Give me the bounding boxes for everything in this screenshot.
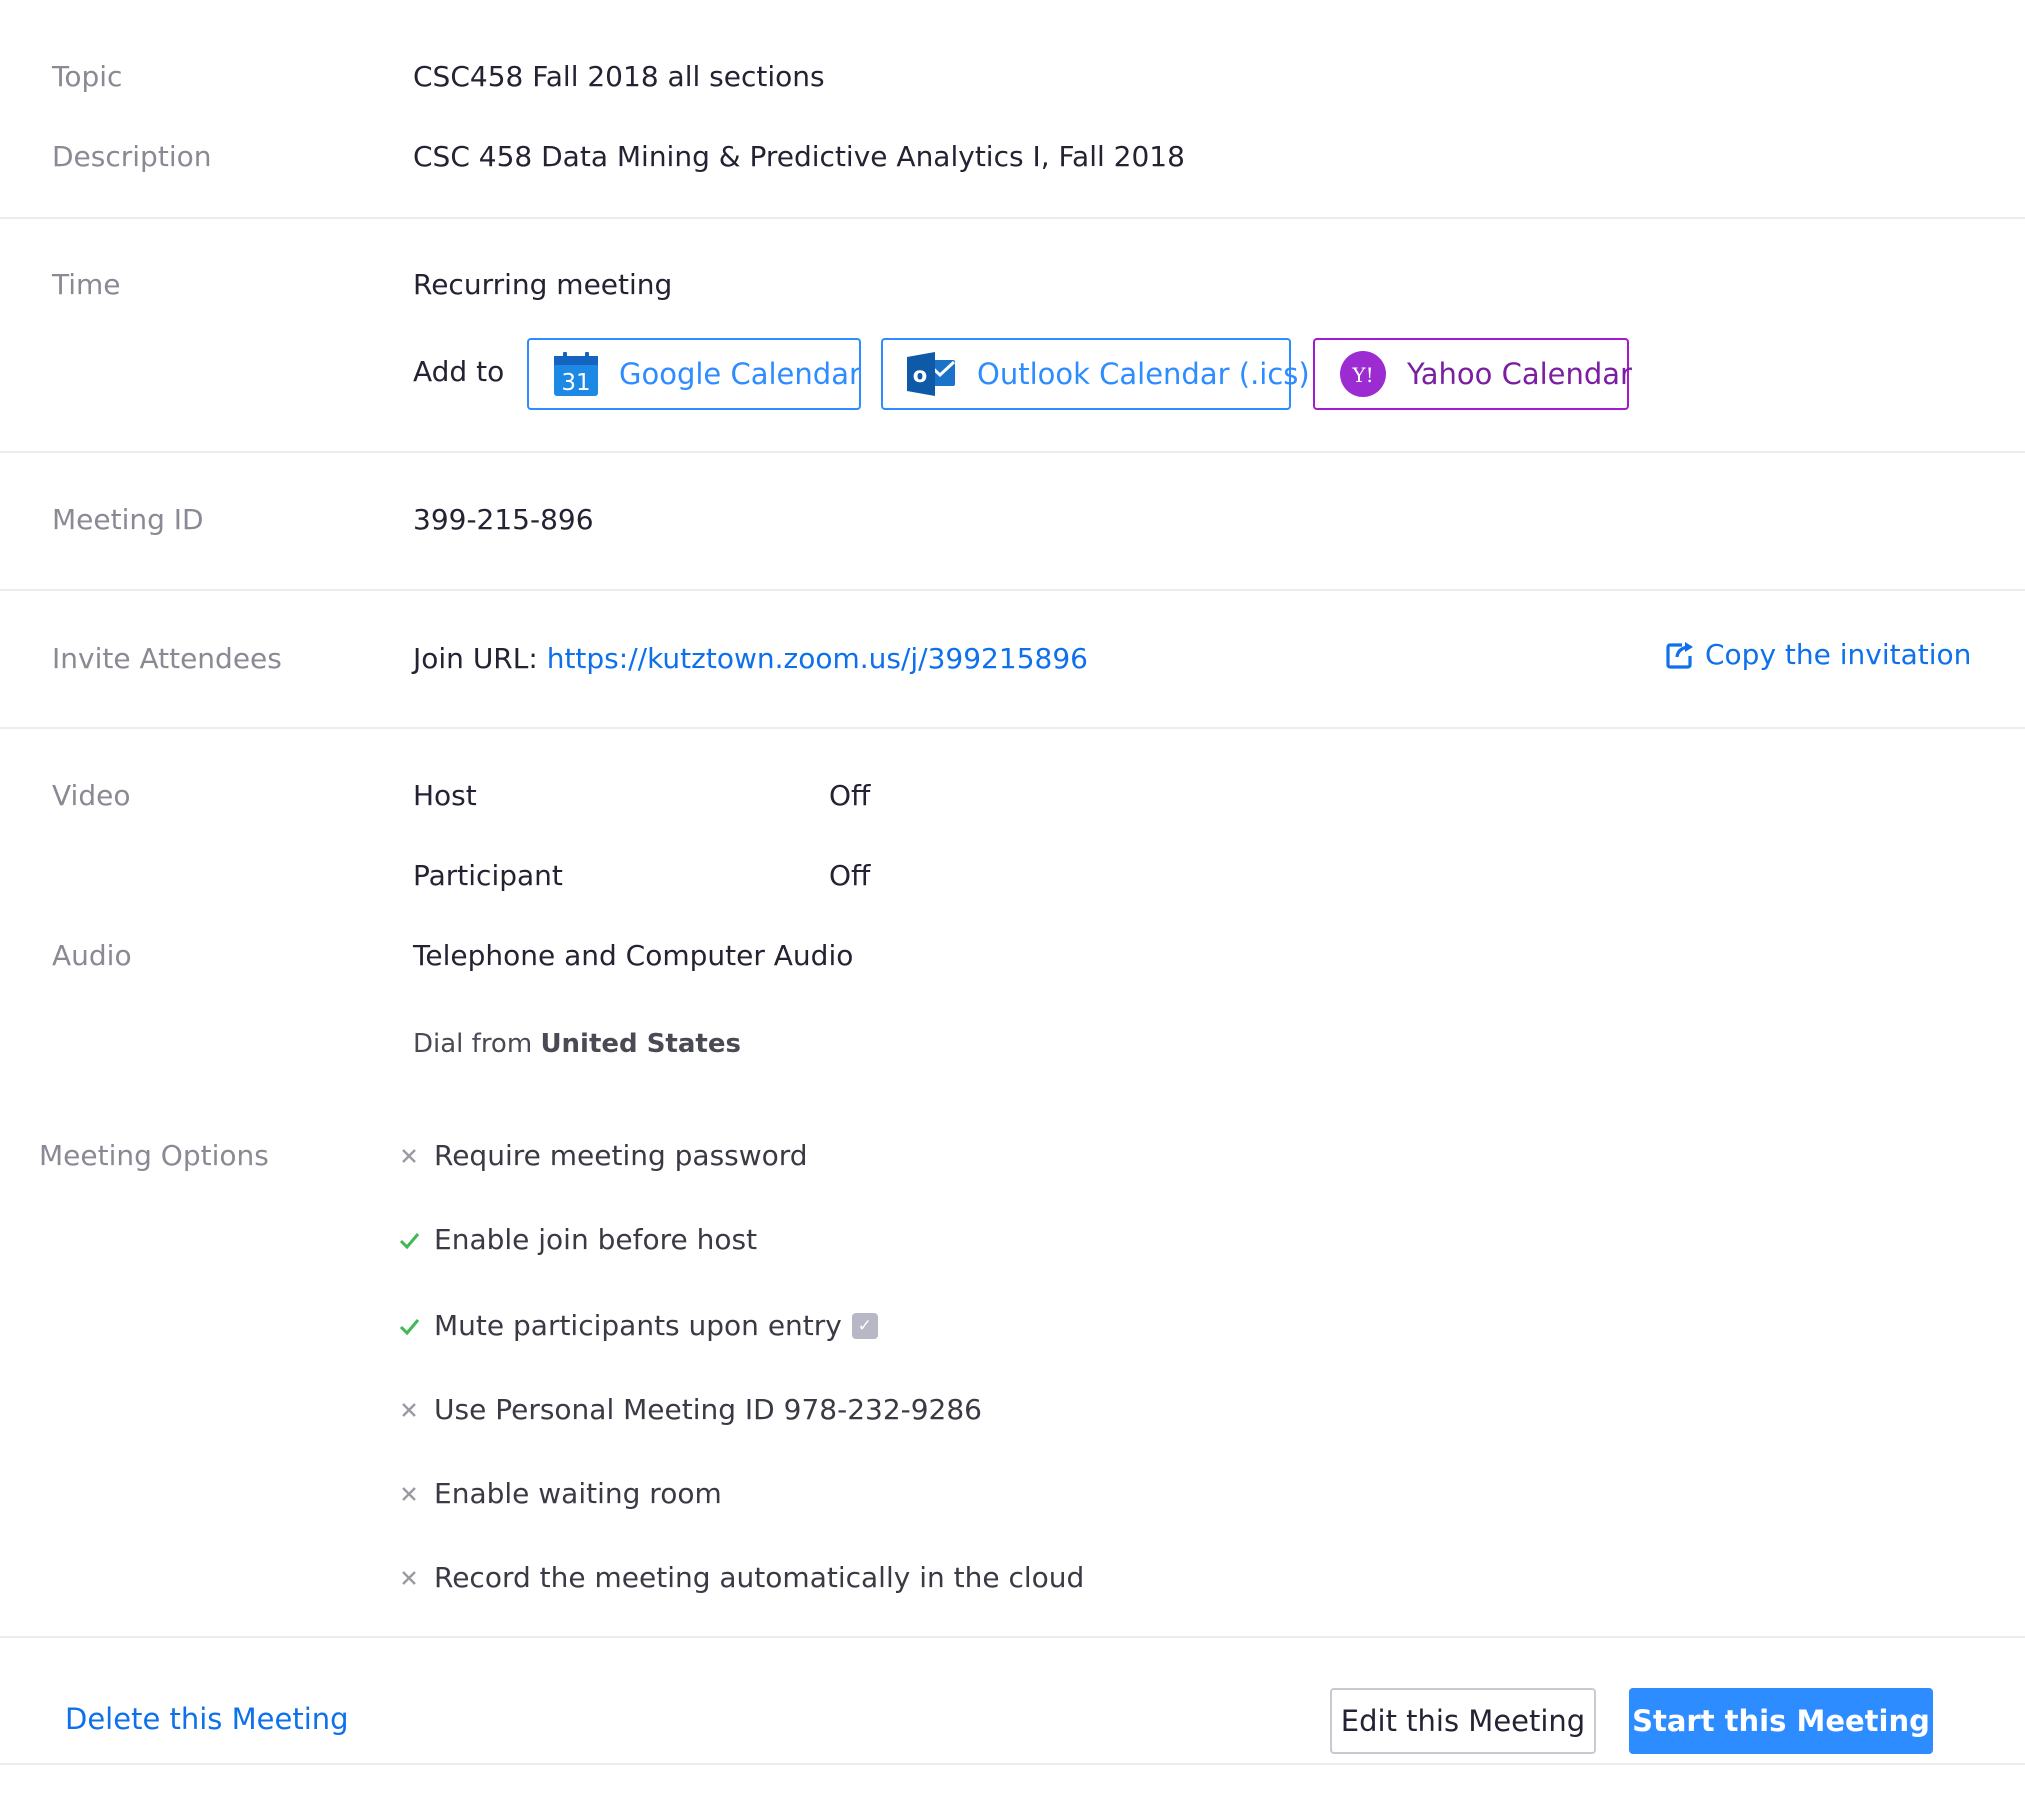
outlook-calendar-button[interactable]: o Outlook Calendar (.ics) [881,338,1310,410]
dial-from-country: United States [540,1029,741,1059]
outlook-icon-text: o [913,363,927,387]
divider [0,589,2025,591]
add-to-label: Add to [413,355,505,388]
google-calendar-icon: 31 [554,352,598,396]
cross-icon [402,1148,416,1163]
yahoo-icon: Y! [1340,351,1386,397]
delete-meeting-link[interactable]: Delete this Meeting [65,1702,349,1736]
audio-value: Telephone and Computer Audio [413,939,854,972]
outlook-calendar-label: Outlook Calendar (.ics) [977,357,1310,391]
video-label: Video [52,779,131,812]
option-label: Mute participants upon entry [434,1309,842,1342]
divider [0,1636,2025,1638]
option-join-before-host: Enable join before host [398,1223,757,1256]
check-icon [399,1318,420,1335]
video-host-value: Off [829,779,871,812]
check-icon [399,1232,420,1249]
join-url-row: Join URL: https://kutztown.zoom.us/j/399… [413,642,1088,675]
option-label: Enable waiting room [434,1477,722,1510]
invite-attendees-label: Invite Attendees [52,642,282,675]
option-personal-meeting-id: Use Personal Meeting ID 978-232-9286 [398,1393,982,1426]
cross-icon [402,1486,416,1501]
start-meeting-button[interactable]: Start this Meeting [1629,1688,1933,1754]
locked-setting-icon: ✓ [851,1312,878,1339]
audio-label: Audio [52,939,132,972]
topic-label: Topic [52,60,123,93]
option-require-password: Require meeting password [398,1139,808,1172]
google-calendar-label: Google Calendar [619,357,861,391]
yahoo-calendar-label: Yahoo Calendar [1407,357,1632,391]
divider [0,451,2025,453]
option-cloud-recording: Record the meeting automatically in the … [398,1561,1084,1594]
option-label: Require meeting password [434,1139,808,1172]
divider [0,727,2025,729]
outlook-icon: o [907,352,956,396]
meeting-id-value: 399-215-896 [413,503,594,536]
yahoo-icon-text: Y! [1351,363,1373,387]
edit-meeting-button[interactable]: Edit this Meeting [1330,1688,1596,1754]
join-url-label: Join URL: [413,642,538,675]
join-url-link[interactable]: https://kutztown.zoom.us/j/399215896 [547,642,1088,675]
google-calendar-icon-text: 31 [561,370,590,396]
divider [0,1763,2025,1765]
description-label: Description [52,140,212,173]
google-calendar-button[interactable]: 31 Google Calendar [527,338,861,410]
video-participant-label: Participant [413,859,563,892]
cross-icon [402,1570,416,1585]
option-label: Enable join before host [434,1223,758,1256]
video-participant-value: Off [829,859,871,892]
option-label: Record the meeting automatically in the … [434,1561,1085,1594]
dial-from-label: Dial from [413,1029,533,1059]
description-value: CSC 458 Data Mining & Predictive Analyti… [413,140,1185,173]
dial-from: Dial from United States [413,1029,741,1059]
topic-value: CSC458 Fall 2018 all sections [413,60,825,93]
meeting-id-label: Meeting ID [52,503,204,536]
copy-invitation-label: Copy the invitation [1705,638,1972,671]
option-waiting-room: Enable waiting room [398,1477,722,1510]
meeting-options-label: Meeting Options [39,1139,269,1172]
time-value: Recurring meeting [413,268,673,301]
video-host-label: Host [413,779,477,812]
yahoo-calendar-button[interactable]: Y! Yahoo Calendar [1313,338,1632,410]
cross-icon [402,1402,416,1417]
option-label: Use Personal Meeting ID 978-232-9286 [434,1393,982,1426]
share-icon [1666,641,1693,669]
time-label: Time [52,268,121,301]
copy-invitation-button[interactable]: Copy the invitation [1665,638,1971,671]
divider [0,217,2025,219]
option-mute-participants: Mute participants upon entry ✓ [398,1309,878,1342]
